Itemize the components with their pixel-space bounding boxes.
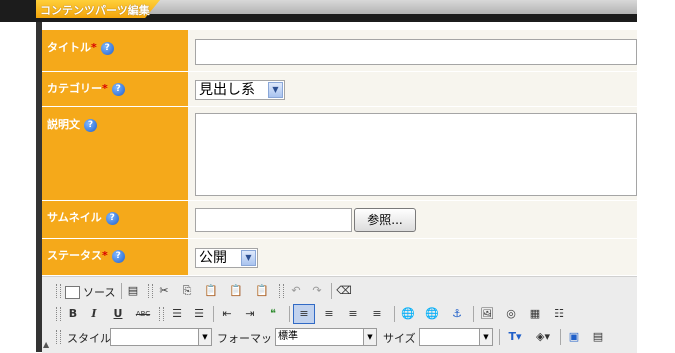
toolbar-grip xyxy=(56,284,61,298)
thumbnail-file-input[interactable] xyxy=(195,208,352,232)
size-combo[interactable]: ▼ xyxy=(419,328,493,346)
category-select[interactable]: 見出し系 ▼ xyxy=(195,80,285,100)
align-center-icon[interactable]: ≡ xyxy=(321,306,337,322)
toolbar-grip xyxy=(56,330,61,344)
cut-icon[interactable]: ✂ xyxy=(156,283,172,299)
chevron-down-icon: ▼ xyxy=(479,329,492,345)
chevron-down-icon: ▼ xyxy=(241,250,256,266)
format-combo-value: 標準 xyxy=(278,331,298,342)
status-select-value: 公開 xyxy=(199,250,227,266)
format-label: フォーマット xyxy=(217,332,283,345)
eraser-icon[interactable]: ⌫ xyxy=(336,283,352,299)
required-mark: * xyxy=(102,82,108,95)
image-icon[interactable]: 🖼 xyxy=(479,306,495,322)
toolbar-separator xyxy=(560,329,561,345)
category-label: カテゴリー xyxy=(47,82,102,95)
help-icon[interactable]: ? xyxy=(111,82,125,96)
paste-text-icon[interactable]: 📋 xyxy=(228,283,244,299)
align-justify-icon[interactable]: ≡ xyxy=(369,306,385,322)
thumbnail-value-cell: 参照... xyxy=(188,201,637,239)
maximize-icon[interactable]: ▣ xyxy=(566,329,582,345)
toolbar-grip xyxy=(159,307,164,321)
chevron-down-icon: ▼ xyxy=(363,329,376,345)
link-icon[interactable]: 🌐 xyxy=(400,306,416,322)
style-combo[interactable]: ▼ xyxy=(110,328,212,346)
paste-word-icon[interactable]: 📋 xyxy=(254,283,270,299)
toolbar-grip xyxy=(148,284,153,298)
thumbnail-label: サムネイル xyxy=(47,211,102,224)
redo-icon[interactable]: ↷ xyxy=(309,283,325,299)
save-icon[interactable]: ▤ xyxy=(125,283,141,299)
toolbar-separator xyxy=(331,283,332,299)
horizontal-rule-icon[interactable]: ☷ xyxy=(551,306,567,322)
strikethrough-icon[interactable]: ABC xyxy=(133,306,153,322)
chevron-down-icon: ▼ xyxy=(268,82,283,98)
help-icon[interactable]: ? xyxy=(111,249,125,263)
blockquote-icon[interactable]: ❝ xyxy=(265,306,281,322)
flash-icon[interactable]: ◎ xyxy=(503,306,519,322)
toolbar-row-3: スタイル ▼ フォーマット 標準 ▼ サイズ ▼ T▾ ◈▾ ▣ ▤ xyxy=(53,327,613,349)
page-title: コンテンツパーツ編集 xyxy=(40,4,150,17)
text-color-icon[interactable]: T▾ xyxy=(504,329,526,345)
style-label: スタイル xyxy=(67,332,111,345)
help-icon[interactable]: ? xyxy=(100,41,114,55)
bold-icon[interactable]: B xyxy=(65,306,81,322)
outdent-icon[interactable]: ⇤ xyxy=(219,306,235,322)
category-select-value: 見出し系 xyxy=(199,82,255,98)
align-right-icon[interactable]: ≡ xyxy=(345,306,361,322)
indent-icon[interactable]: ⇥ xyxy=(242,306,258,322)
source-button-label[interactable]: ソース xyxy=(83,284,115,300)
table-icon[interactable]: ▦ xyxy=(527,306,543,322)
toolbar-separator xyxy=(121,283,122,299)
help-icon[interactable]: ? xyxy=(84,118,97,132)
format-combo[interactable]: 標準 ▼ xyxy=(275,328,377,346)
toolbar-grip xyxy=(279,284,284,298)
unlink-icon[interactable]: 🌐 xyxy=(424,306,440,322)
source-icon[interactable] xyxy=(65,286,80,299)
scroll-up-icon[interactable]: ▲ xyxy=(43,340,49,349)
undo-icon[interactable]: ↶ xyxy=(288,283,304,299)
toolbar-separator xyxy=(394,306,395,322)
numbered-list-icon[interactable]: ☰ xyxy=(169,306,185,322)
toolbar-separator xyxy=(473,306,474,322)
browse-button[interactable]: 参照... xyxy=(354,208,416,232)
required-mark: * xyxy=(91,41,97,54)
toolbar-separator xyxy=(213,306,214,322)
show-blocks-icon[interactable]: ▤ xyxy=(590,329,606,345)
status-value-cell: 公開 ▼ xyxy=(188,239,637,276)
bullet-list-icon[interactable]: ☰ xyxy=(191,306,207,322)
required-mark: * xyxy=(102,249,108,262)
title-input[interactable] xyxy=(195,39,637,65)
underline-icon[interactable]: U xyxy=(110,306,126,322)
chevron-down-icon: ▼ xyxy=(198,329,211,345)
copy-icon[interactable]: ⎘ xyxy=(179,283,195,299)
status-label: ステータス xyxy=(47,249,102,262)
title-label-cell: タイトル*? xyxy=(42,30,188,72)
description-label: 説明文 xyxy=(47,118,80,131)
toolbar-separator xyxy=(289,306,290,322)
category-label-cell: カテゴリー*? xyxy=(42,72,188,107)
category-value-cell: 見出し系 ▼ xyxy=(188,72,637,107)
toolbar-grip xyxy=(56,307,61,321)
background-color-icon[interactable]: ◈▾ xyxy=(532,329,554,345)
help-icon[interactable]: ? xyxy=(105,211,119,225)
anchor-icon[interactable]: ⚓ xyxy=(449,306,465,322)
title-value-cell xyxy=(188,30,637,72)
align-left-icon[interactable]: ≡ xyxy=(293,304,315,324)
status-select[interactable]: 公開 ▼ xyxy=(195,248,258,268)
toolbar-separator xyxy=(499,329,500,345)
status-label-cell: ステータス*? xyxy=(42,239,188,276)
title-label: タイトル xyxy=(47,41,91,54)
thumbnail-label-cell: サムネイル? xyxy=(42,201,188,239)
size-label: サイズ xyxy=(383,332,416,345)
description-label-cell: 説明文? xyxy=(42,107,188,201)
paste-icon[interactable]: 📋 xyxy=(203,283,219,299)
toolbar-row-2: B I U ABC ☰ ☰ ⇤ ⇥ ❝ ≡ ≡ ≡ ≡ 🌐 🌐 ⚓ 🖼 ◎ ▦ … xyxy=(53,304,613,326)
toolbar-row-1: ソース ▤ ✂ ⎘ 📋 📋 📋 ↶ ↷ ⌫ xyxy=(53,281,613,303)
description-value-cell xyxy=(188,107,637,201)
italic-icon[interactable]: I xyxy=(86,306,102,322)
description-textarea[interactable] xyxy=(195,113,637,196)
